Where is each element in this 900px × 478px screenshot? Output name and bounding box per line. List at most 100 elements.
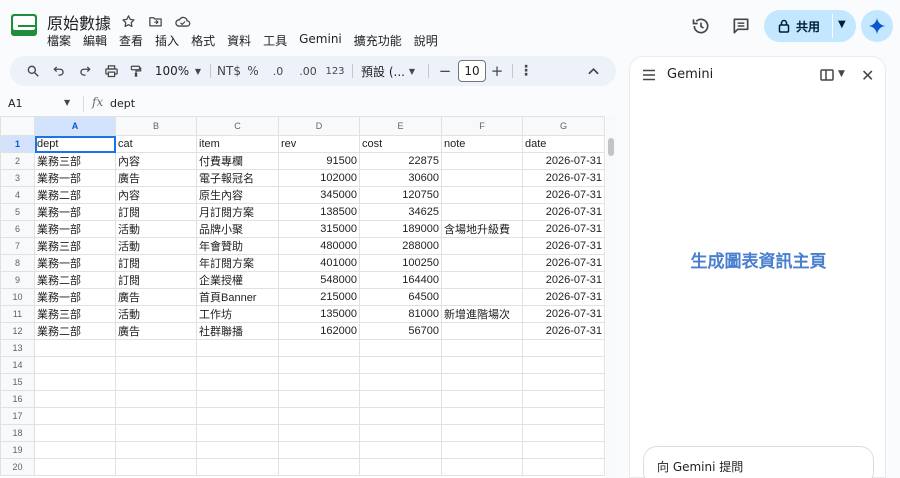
cell[interactable]: 業務二部 <box>34 186 116 204</box>
cell[interactable]: 315000 <box>278 220 360 238</box>
cell[interactable] <box>196 441 279 459</box>
row-header[interactable]: 5 <box>0 203 35 221</box>
row-header[interactable]: 8 <box>0 254 35 272</box>
cell[interactable] <box>441 169 523 187</box>
cell[interactable] <box>196 356 279 374</box>
cell[interactable] <box>196 373 279 391</box>
cell[interactable] <box>522 390 605 408</box>
star-icon[interactable] <box>119 12 137 30</box>
cell[interactable]: 102000 <box>278 169 360 187</box>
cell[interactable]: 內容 <box>115 152 197 170</box>
row-header[interactable]: 9 <box>0 271 35 289</box>
row-header[interactable]: 11 <box>0 305 35 323</box>
cell[interactable]: 81000 <box>359 305 442 323</box>
cell[interactable]: 22875 <box>359 152 442 170</box>
cell[interactable]: note <box>441 135 523 153</box>
row-header[interactable]: 10 <box>0 288 35 306</box>
cell[interactable]: 含場地升級費 <box>441 220 523 238</box>
cell[interactable]: 164400 <box>359 271 442 289</box>
cell[interactable]: 訂閱 <box>115 271 197 289</box>
cell[interactable]: 年會贊助 <box>196 237 279 255</box>
cell[interactable] <box>522 441 605 459</box>
cell[interactable] <box>34 407 116 425</box>
version-history-icon[interactable] <box>691 16 711 36</box>
font-dropdown-icon[interactable]: ▼ <box>406 56 418 86</box>
column-header-c[interactable]: C <box>196 116 279 136</box>
row-header[interactable]: 4 <box>0 186 35 204</box>
cell[interactable]: 業務一部 <box>34 254 116 272</box>
cell[interactable] <box>441 254 523 272</box>
cell[interactable] <box>359 390 442 408</box>
cell[interactable]: 業務一部 <box>34 220 116 238</box>
menu-help[interactable]: 說明 <box>414 32 438 49</box>
cell[interactable] <box>441 322 523 340</box>
cell[interactable]: 135000 <box>278 305 360 323</box>
menu-data[interactable]: 資料 <box>227 32 251 49</box>
menu-view[interactable]: 查看 <box>119 32 143 49</box>
cell[interactable]: 廣告 <box>115 322 197 340</box>
panel-layout-icon[interactable] <box>820 69 834 81</box>
cell[interactable]: 120750 <box>359 186 442 204</box>
cell[interactable]: 2026-07-31 <box>522 152 605 170</box>
cell[interactable] <box>115 441 197 459</box>
cell[interactable]: date <box>522 135 605 153</box>
cell[interactable] <box>359 339 442 357</box>
cell[interactable] <box>278 424 360 442</box>
cell[interactable]: 社群聯播 <box>196 322 279 340</box>
cell[interactable]: 活動 <box>115 305 197 323</box>
zoom-select[interactable]: 100% <box>152 56 192 86</box>
cell[interactable] <box>441 390 523 408</box>
cell[interactable] <box>441 203 523 221</box>
cell[interactable]: 2026-07-31 <box>522 186 605 204</box>
cell[interactable] <box>278 407 360 425</box>
cell[interactable] <box>522 424 605 442</box>
search-menus-icon[interactable] <box>24 56 42 86</box>
menu-edit[interactable]: 編輯 <box>83 32 107 49</box>
cell[interactable]: 業務一部 <box>34 203 116 221</box>
menu-tools[interactable]: 工具 <box>263 32 287 49</box>
cell[interactable]: 月訂閱方案 <box>196 203 279 221</box>
cell[interactable]: 業務二部 <box>34 322 116 340</box>
font-size-increase-button[interactable]: + <box>490 56 504 86</box>
cell[interactable]: 2026-07-31 <box>522 271 605 289</box>
paint-format-icon[interactable] <box>127 56 145 86</box>
cell[interactable]: 原生內容 <box>196 186 279 204</box>
cell[interactable]: 2026-07-31 <box>522 322 605 340</box>
cell[interactable]: 廣告 <box>115 169 197 187</box>
cell[interactable] <box>115 458 197 476</box>
select-all-corner[interactable] <box>0 116 35 136</box>
cell[interactable]: rev <box>278 135 360 153</box>
cell[interactable] <box>115 390 197 408</box>
cell[interactable] <box>359 424 442 442</box>
row-header[interactable]: 18 <box>0 424 35 442</box>
cell[interactable]: 480000 <box>278 237 360 255</box>
cell[interactable] <box>359 373 442 391</box>
cell[interactable] <box>34 441 116 459</box>
row-header[interactable]: 15 <box>0 373 35 391</box>
cell[interactable] <box>441 288 523 306</box>
cell[interactable] <box>278 339 360 357</box>
cell[interactable]: 業務一部 <box>34 288 116 306</box>
gemini-sparkle-button[interactable] <box>861 10 893 42</box>
cell[interactable] <box>441 186 523 204</box>
row-header[interactable]: 20 <box>0 458 35 476</box>
cell[interactable]: 34625 <box>359 203 442 221</box>
cell[interactable] <box>115 356 197 374</box>
menu-file[interactable]: 檔案 <box>47 32 71 49</box>
cell[interactable] <box>115 407 197 425</box>
cell[interactable]: cost <box>359 135 442 153</box>
row-header[interactable]: 2 <box>0 152 35 170</box>
cell[interactable] <box>196 339 279 357</box>
collapse-toolbar-icon[interactable] <box>586 56 600 86</box>
row-header[interactable]: 14 <box>0 356 35 374</box>
cell[interactable] <box>522 458 605 476</box>
cell[interactable] <box>522 339 605 357</box>
cell[interactable] <box>441 458 523 476</box>
cell[interactable] <box>441 152 523 170</box>
menu-gemini[interactable]: Gemini <box>299 32 342 49</box>
cell[interactable]: 2026-07-31 <box>522 305 605 323</box>
cell[interactable] <box>196 390 279 408</box>
panel-layout-dropdown-icon[interactable]: ▼ <box>838 69 845 79</box>
increase-decimal-button[interactable]: .00 <box>296 56 320 86</box>
row-header[interactable]: 19 <box>0 441 35 459</box>
